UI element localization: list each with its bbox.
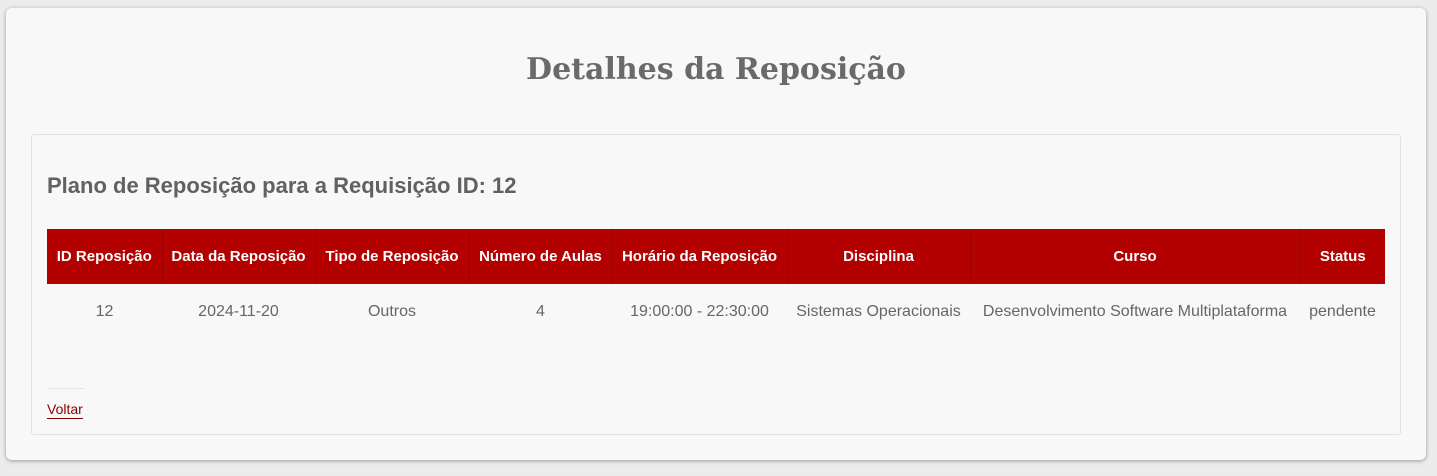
cell-time: 19:00:00 - 22:30:00 [630,303,769,320]
cell-course: Desenvolvimento Software Multiplataforma [982,303,1288,320]
table-header-row: ID Reposição Data da Reposição Tipo de R… [47,229,1385,284]
cell-type: Outros [367,303,416,320]
cell-id: 12 [95,303,114,320]
column-header-status: Status [1300,229,1385,284]
details-card: Detalhes da Reposição Plano de Reposição… [6,8,1426,460]
column-header-time: Horário da Reposição [612,229,788,284]
column-header-lessons: Número de Aulas [469,229,613,284]
plan-heading: Plano de Reposição para a Requisição ID:… [47,173,517,198]
table-row: 12 2024-11-20 Outros 4 19:00:00 - 22:30:… [47,284,1385,340]
column-header-id: ID Reposição [47,229,163,284]
plan-panel: Plano de Reposição para a Requisição ID:… [31,134,1401,435]
page-title: Detalhes da Reposição [526,52,906,87]
cell-discipline: Sistemas Operacionais [796,303,961,320]
divider [47,388,84,389]
column-header-date: Data da Reposição [162,229,316,284]
column-header-type: Tipo de Reposição [315,229,470,284]
cell-date: 2024-11-20 [198,303,279,320]
cell-status: pendente [1309,303,1376,320]
column-header-course: Curso [970,229,1301,284]
cell-lessons: 4 [536,303,545,320]
replacement-table: ID Reposição Data da Reposição Tipo de R… [47,229,1385,340]
column-header-discipline: Disciplina [787,229,971,284]
back-link[interactable]: Voltar [47,401,83,419]
